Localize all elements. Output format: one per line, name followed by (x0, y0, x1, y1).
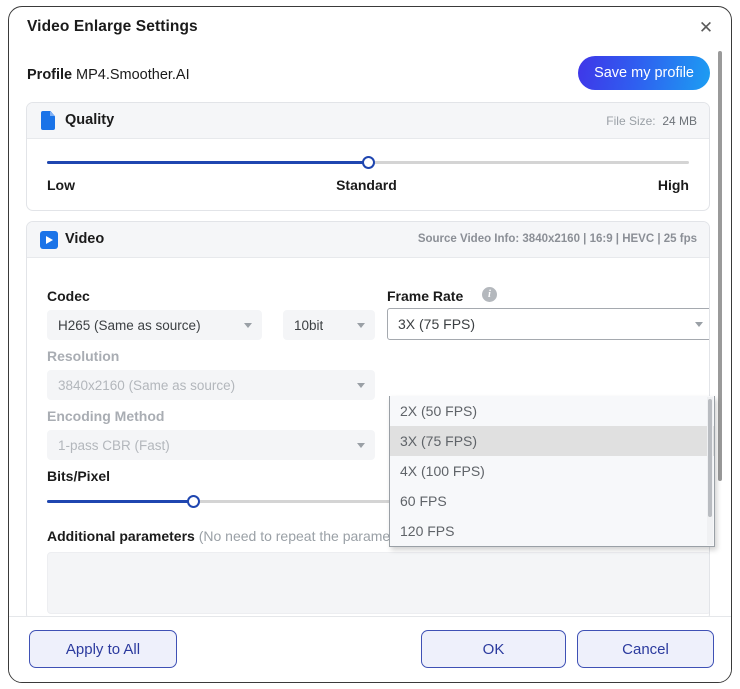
dropdown-option[interactable]: 2X (50 FPS) (390, 396, 714, 426)
frame-rate-label: Frame Rate (387, 288, 463, 304)
codec-select[interactable]: H265 (Same as source) (47, 310, 262, 340)
quality-slider-handle[interactable] (362, 156, 375, 169)
quality-slider-labels: Low Standard High (47, 177, 689, 193)
dropdown-scrollbar[interactable] (707, 397, 713, 545)
encoding-method-value: 1-pass CBR (Fast) (48, 438, 170, 453)
bits-per-pixel-slider-handle[interactable] (187, 495, 200, 508)
quality-label-high: High (658, 177, 689, 193)
dropdown-option[interactable]: 120 FPS (390, 516, 714, 546)
encoding-method-label: Encoding Method (47, 408, 164, 424)
bits-per-pixel-label: Bits/Pixel (47, 468, 110, 484)
video-title: Video (65, 231, 104, 247)
save-my-profile-button[interactable]: Save my profile (578, 56, 710, 90)
settings-scroll-area: Profile MP4.Smoother.AI Save my profile … (9, 47, 731, 616)
close-icon[interactable]: ✕ (693, 15, 719, 41)
ok-button[interactable]: OK (421, 630, 566, 668)
additional-parameters-input[interactable] (47, 552, 710, 614)
bit-depth-select[interactable]: 10bit (283, 310, 375, 340)
bit-depth-value: 10bit (284, 318, 323, 333)
quality-label-standard: Standard (336, 177, 397, 193)
encoding-method-select[interactable]: 1-pass CBR (Fast) (47, 430, 375, 460)
quality-label-low: Low (47, 177, 75, 193)
profile-label: Profile (27, 67, 72, 83)
document-icon (41, 111, 55, 130)
quality-slider[interactable] (47, 161, 689, 164)
chevron-down-icon (244, 323, 252, 328)
dropdown-option[interactable]: 60 FPS (390, 486, 714, 516)
chevron-down-icon (357, 443, 365, 448)
file-size-value: 24 MB (662, 114, 697, 128)
quality-panel-header: Quality File Size: 24 MB (27, 103, 709, 139)
apply-to-all-button[interactable]: Apply to All (29, 630, 177, 668)
cancel-button[interactable]: Cancel (577, 630, 714, 668)
additional-parameters-title: Additional parameters (47, 528, 195, 544)
chevron-down-icon (695, 322, 703, 327)
dropdown-option[interactable]: 3X (75 FPS) (390, 426, 714, 456)
video-panel-header: Video Source Video Info: 3840x2160 | 16:… (27, 222, 709, 258)
quality-title: Quality (65, 112, 114, 128)
profile-row: Profile MP4.Smoother.AI Save my profile (9, 47, 731, 107)
info-icon[interactable]: i (482, 287, 497, 302)
vertical-scrollbar[interactable] (718, 51, 722, 481)
resolution-label: Resolution (47, 348, 119, 364)
profile-value: MP4.Smoother.AI (76, 67, 190, 83)
dialog-title: Video Enlarge Settings (27, 18, 198, 36)
source-video-info: Source Video Info: 3840x2160 | 16:9 | HE… (418, 233, 697, 245)
video-enlarge-settings-dialog: Video Enlarge Settings ✕ Profile MP4.Smo… (8, 6, 732, 683)
quality-slider-area: Low Standard High (27, 139, 709, 207)
chevron-down-icon (357, 383, 365, 388)
play-icon (40, 231, 58, 249)
resolution-select[interactable]: 3840x2160 (Same as source) (47, 370, 375, 400)
codec-label: Codec (47, 288, 90, 304)
resolution-value: 3840x2160 (Same as source) (48, 378, 235, 393)
dialog-titlebar: Video Enlarge Settings ✕ (9, 7, 731, 47)
frame-rate-select[interactable]: 3X (75 FPS) (387, 308, 710, 340)
dialog-footer: Apply to All OK Cancel (9, 616, 731, 682)
file-size-label: File Size: (606, 114, 655, 128)
frame-rate-value: 3X (75 FPS) (388, 316, 475, 332)
frame-rate-dropdown-list[interactable]: 2X (50 FPS)3X (75 FPS)4X (100 FPS)60 FPS… (389, 396, 715, 547)
chevron-down-icon (357, 323, 365, 328)
dropdown-option[interactable]: 4X (100 FPS) (390, 456, 714, 486)
file-size-info: File Size: 24 MB (606, 114, 697, 128)
codec-value: H265 (Same as source) (48, 318, 201, 333)
quality-panel: Quality File Size: 24 MB Low Standard Hi… (26, 102, 710, 211)
